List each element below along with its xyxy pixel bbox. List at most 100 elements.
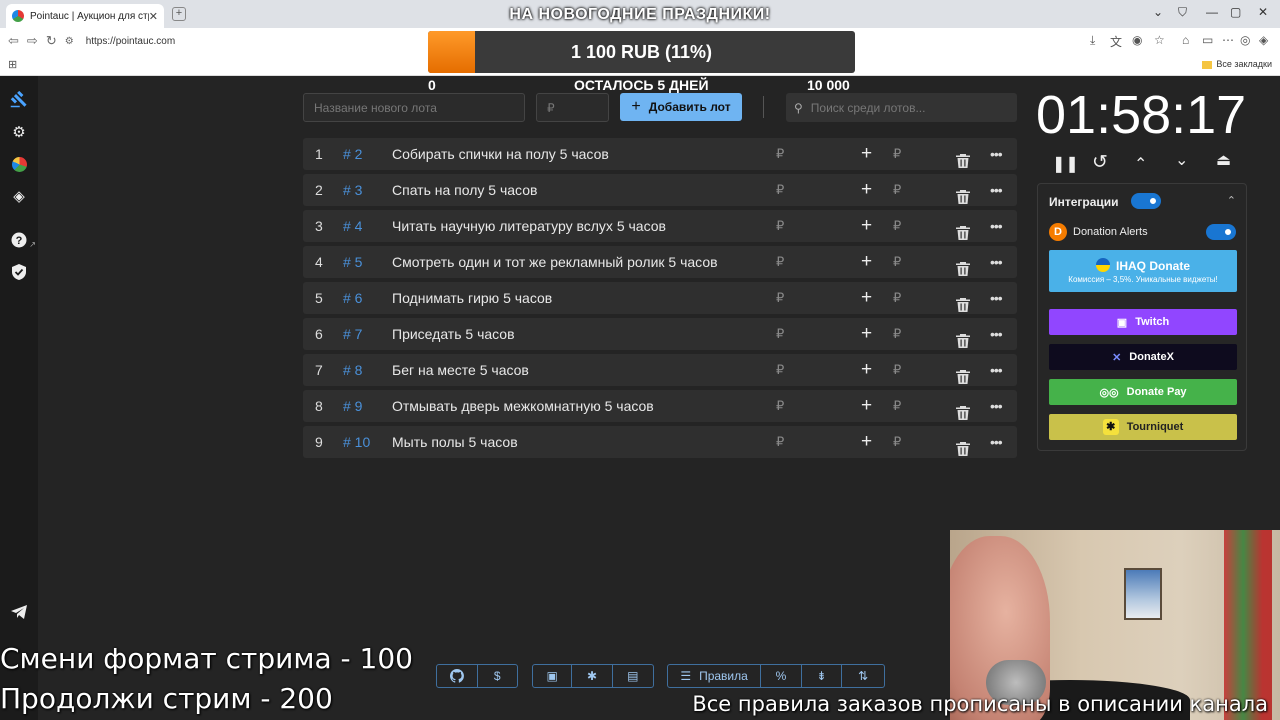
add-lot-button[interactable]: + Добавить лот	[620, 93, 742, 121]
apps-icon[interactable]: ⊞	[8, 58, 17, 71]
reload-icon[interactable]: ↻	[46, 33, 57, 49]
new-lot-amount-input[interactable]	[536, 93, 609, 122]
back-icon[interactable]: ⇦	[8, 33, 19, 49]
add-amount-currency[interactable]: ₽	[893, 174, 901, 206]
download-icon[interactable]: ⤓	[1090, 33, 1095, 48]
layers-icon[interactable]: ◈	[8, 186, 30, 208]
lot-id[interactable]: # 2	[343, 138, 362, 170]
add-amount-icon[interactable]: +	[861, 210, 872, 242]
delete-icon[interactable]	[956, 219, 970, 240]
delete-icon[interactable]	[956, 291, 970, 312]
site-settings-icon[interactable]: ⚙	[65, 36, 74, 47]
delete-icon[interactable]	[956, 435, 970, 456]
add-amount-currency[interactable]: ₽	[893, 282, 901, 314]
sort-icon[interactable]: ⇅	[842, 665, 884, 687]
lot-id[interactable]: # 4	[343, 210, 362, 242]
delete-icon[interactable]	[956, 147, 970, 168]
donation-alerts-toggle[interactable]	[1206, 224, 1236, 240]
lot-title[interactable]: Смотреть один и тот же рекламный ролик 5…	[392, 246, 718, 278]
delete-icon[interactable]	[956, 255, 970, 276]
add-amount-icon[interactable]: +	[861, 138, 872, 170]
more-icon[interactable]: •••	[990, 390, 1003, 422]
add-amount-icon[interactable]: +	[861, 318, 872, 350]
split-icon[interactable]: ⇟	[802, 665, 843, 687]
delete-icon[interactable]	[956, 327, 970, 348]
add-amount-currency[interactable]: ₽	[893, 390, 901, 422]
collapse-timer-icon[interactable]: ⏏	[1216, 150, 1231, 170]
search-input[interactable]	[810, 100, 1001, 115]
add-amount-icon[interactable]: +	[861, 246, 872, 278]
donatepay-button[interactable]: ◎◎ Donate Pay	[1049, 379, 1237, 405]
more-icon[interactable]: •••	[990, 426, 1003, 458]
delete-icon[interactable]	[956, 183, 970, 204]
bookmark-star-icon[interactable]: ☆	[1154, 33, 1165, 47]
decrease-time-icon[interactable]: ⌄	[1175, 150, 1188, 170]
bug-icon[interactable]: ✱	[572, 665, 613, 687]
add-amount-currency[interactable]: ₽	[893, 138, 901, 170]
integrations-toggle[interactable]	[1131, 193, 1161, 209]
lot-title[interactable]: Читать научную литературу вслух 5 часов	[392, 210, 666, 242]
help-icon[interactable]: ? ↗	[8, 232, 36, 254]
lot-search[interactable]: ⚲	[786, 93, 1017, 122]
ihaq-donate-button[interactable]: IHAQ Donate Комиссия – 3,5%. Уникальные …	[1049, 250, 1237, 292]
wheel-icon[interactable]	[8, 154, 30, 176]
percent-icon[interactable]: %	[761, 665, 802, 687]
all-bookmarks[interactable]: Все закладки	[1202, 59, 1272, 69]
more-icon[interactable]: •••	[990, 138, 1003, 170]
add-amount-icon[interactable]: +	[861, 426, 872, 458]
add-amount-currency[interactable]: ₽	[893, 426, 901, 458]
add-amount-currency[interactable]: ₽	[893, 210, 901, 242]
lot-title[interactable]: Отмывать дверь межкомнатную 5 часов	[392, 390, 654, 422]
lot-title[interactable]: Поднимать гирю 5 часов	[392, 282, 552, 314]
split-screen-icon[interactable]: ▭	[1202, 33, 1213, 47]
lot-id[interactable]: # 9	[343, 390, 362, 422]
forward-icon[interactable]: ⇨	[27, 33, 38, 49]
more-icon[interactable]: •••	[990, 354, 1003, 386]
delete-icon[interactable]	[956, 363, 970, 384]
twitch-button[interactable]: ▣ Twitch	[1049, 309, 1237, 335]
url-field[interactable]: https://pointauc.com	[86, 36, 176, 47]
add-amount-currency[interactable]: ₽	[893, 246, 901, 278]
lot-title[interactable]: Спать на полу 5 часов	[392, 174, 537, 206]
reset-icon[interactable]: ↺	[1092, 151, 1108, 174]
profile-icon[interactable]: ◎	[1240, 33, 1250, 47]
lot-title[interactable]: Бег на месте 5 часов	[392, 354, 529, 386]
donate-dollar-icon[interactable]: $	[478, 665, 518, 687]
lot-id[interactable]: # 3	[343, 174, 362, 206]
pause-icon[interactable]: ❚❚	[1052, 154, 1079, 174]
github-icon[interactable]	[437, 665, 478, 687]
chevron-up-icon[interactable]: ⌃	[1227, 194, 1236, 207]
new-lot-name-input[interactable]	[303, 93, 525, 122]
donatex-button[interactable]: ✕ DonateX	[1049, 344, 1237, 370]
lot-id[interactable]: # 5	[343, 246, 362, 278]
gavel-icon[interactable]	[8, 90, 30, 112]
copilot-icon[interactable]: ◈	[1259, 33, 1268, 47]
settings-icon[interactable]: ⚙	[8, 122, 30, 144]
more-icon[interactable]: •••	[990, 318, 1003, 350]
add-amount-icon[interactable]: +	[861, 174, 872, 206]
rules-button[interactable]: ☰ Правила	[668, 665, 762, 687]
lot-id[interactable]: # 6	[343, 282, 362, 314]
add-amount-currency[interactable]: ₽	[893, 354, 901, 386]
lot-title[interactable]: Мыть полы 5 часов	[392, 426, 518, 458]
delete-icon[interactable]	[956, 399, 970, 420]
lot-title[interactable]: Приседать 5 часов	[392, 318, 515, 350]
extension-icon[interactable]: ⌂	[1182, 33, 1189, 47]
more-icon[interactable]: •••	[990, 246, 1003, 278]
save-icon[interactable]: ▣	[533, 665, 573, 687]
lot-id[interactable]: # 7	[343, 318, 362, 350]
lot-id[interactable]: # 8	[343, 354, 362, 386]
add-amount-icon[interactable]: +	[861, 354, 872, 386]
more-icon[interactable]: •••	[990, 282, 1003, 314]
telegram-icon[interactable]	[8, 604, 30, 626]
menu-icon[interactable]: ⋯	[1222, 33, 1234, 47]
shield-icon[interactable]	[8, 264, 30, 286]
tourniquet-button[interactable]: ✱ Tourniquet	[1049, 414, 1237, 440]
clear-lots-icon[interactable]: ▤	[613, 665, 653, 687]
increase-time-icon[interactable]: ⌃	[1134, 154, 1147, 174]
add-amount-currency[interactable]: ₽	[893, 318, 901, 350]
translate-icon[interactable]: 文	[1110, 33, 1122, 50]
add-amount-icon[interactable]: +	[861, 390, 872, 422]
more-icon[interactable]: •••	[990, 174, 1003, 206]
tracking-icon[interactable]: ◉	[1132, 33, 1142, 47]
